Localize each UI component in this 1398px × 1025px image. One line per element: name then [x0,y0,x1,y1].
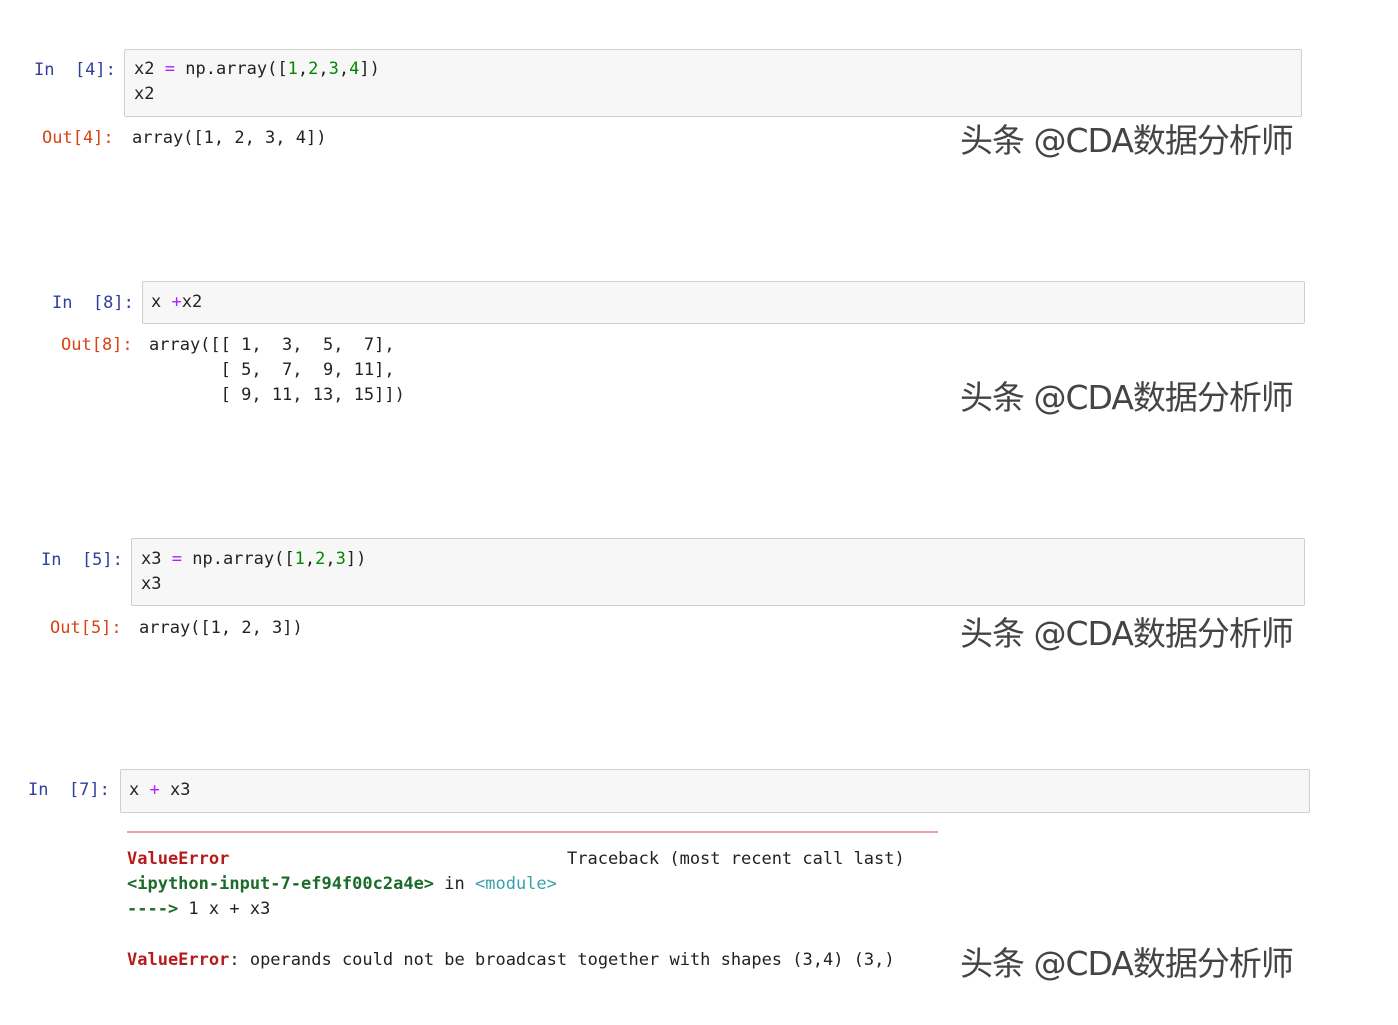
in-prompt-5: In [5]: [41,550,123,570]
output-5: array([1, 2, 3]) [139,618,303,638]
code-cell-5[interactable]: x3 = np.array([1,2,3]) x3 [131,538,1305,606]
code-cell-8[interactable]: x +x2 [142,281,1305,324]
error-final-type: ValueError [127,950,230,970]
output-line: [ 9, 11, 13, 15]]) [149,385,405,405]
out-prompt-5: Out[5]: [50,618,122,638]
watermark: 头条 @CDA数据分析师 [960,614,1294,653]
code-cell-4[interactable]: x2 = np.array([1,2,3,4]) x2 [124,49,1302,117]
watermark: 头条 @CDA数据分析师 [960,121,1294,160]
code-text-8: x +x2 [151,292,203,312]
error-source-line: ----> 1 x + x3 [127,899,271,919]
code-text-7: x + x3 [129,780,191,800]
error-arrow: ----> [127,899,179,919]
output-8: array([[ 1, 3, 5, 7], [ 5, 7, 9, 11], [ … [149,333,405,408]
watermark: 头条 @CDA数据分析师 [960,378,1294,417]
watermark: 头条 @CDA数据分析师 [960,944,1294,983]
code-text-5: x3 = np.array([1,2,3]) x3 [141,549,367,594]
traceback-label: Traceback (most recent call last) [567,849,905,869]
error-message: ValueError: operands could not be broadc… [127,950,895,970]
error-separator [127,831,938,833]
error-location: <ipython-input-7-ef94f00c2a4e> in <modul… [127,874,557,894]
code-cell-7[interactable]: x + x3 [120,769,1310,813]
output-4: array([1, 2, 3, 4]) [132,128,327,148]
in-prompt-8: In [8]: [52,293,134,313]
in-prompt-7: In [7]: [28,780,110,800]
module-reference: <module> [475,874,557,894]
out-prompt-4: Out[4]: [42,128,114,148]
out-prompt-8: Out[8]: [61,335,133,355]
code-text-4: x2 = np.array([1,2,3,4]) x2 [134,59,380,104]
in-prompt-4: In [4]: [34,60,116,80]
output-line: array([[ 1, 3, 5, 7], [149,335,395,355]
input-reference: <ipython-input-7-ef94f00c2a4e> [127,874,435,894]
error-header: ValueError [127,847,229,872]
error-type: ValueError [127,849,230,869]
output-line: [ 5, 7, 9, 11], [149,360,395,380]
